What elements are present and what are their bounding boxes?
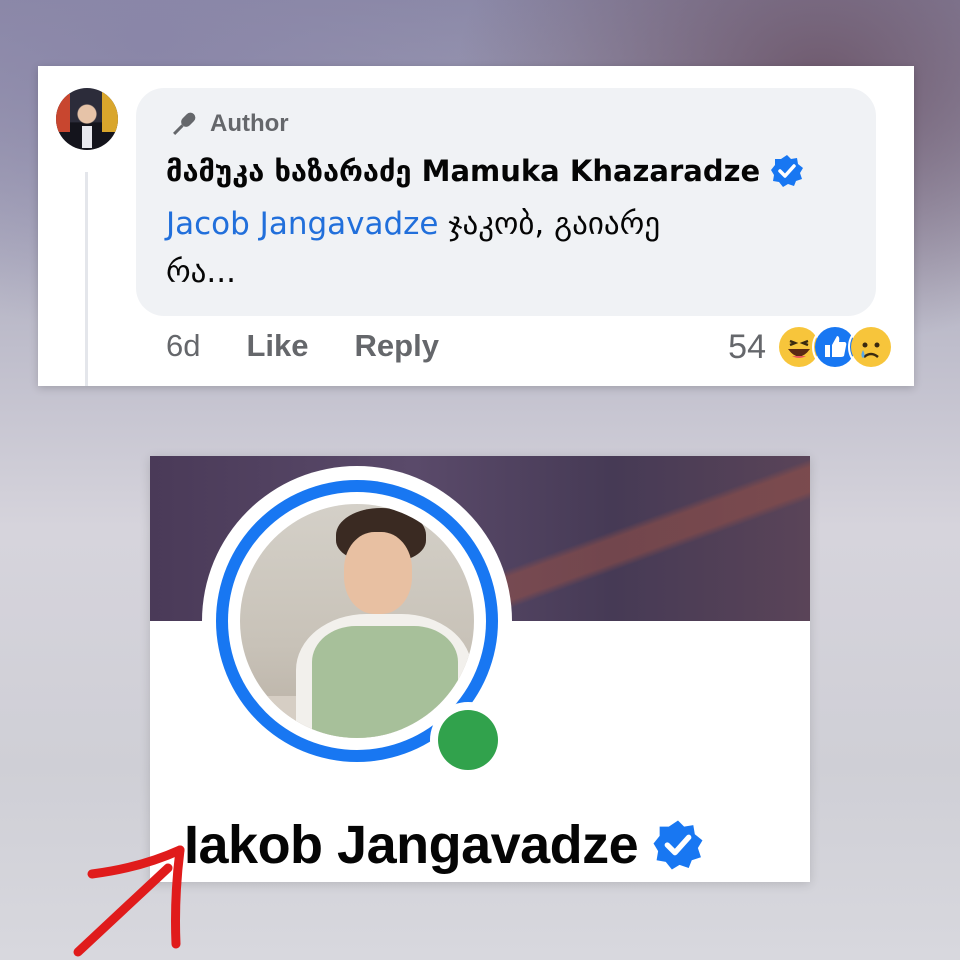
verified-badge-icon	[771, 155, 804, 187]
reaction-count: 54	[728, 327, 766, 366]
comment-text-line2: რა...	[166, 254, 236, 290]
commenter-avatar[interactable]	[56, 88, 118, 150]
profile-photo[interactable]	[240, 504, 474, 738]
thread-line	[85, 172, 88, 386]
reactions-summary[interactable]: 54	[728, 324, 894, 370]
comment-bubble: Author მამუკა ხაზარაძე Mamuka Khazaradze…	[136, 88, 876, 316]
comment-text: Jacob Jangavadze ჯაკობ, გაიარე რა...	[166, 200, 806, 296]
author-label: Author	[210, 110, 289, 137]
comment-text-line1: ჯაკობ, გაიარე	[438, 206, 661, 242]
online-status-indicator	[430, 702, 506, 778]
author-badge: Author	[168, 108, 289, 140]
mention-link[interactable]: Jacob Jangavadze	[166, 206, 439, 242]
red-arrow-annotation	[73, 845, 185, 957]
comment-card: Author მამუკა ხაზარაძე Mamuka Khazaradze…	[38, 66, 914, 386]
profile-name: Iakob Jangavadze	[184, 815, 639, 875]
microphone-icon	[173, 112, 196, 135]
verified-badge-icon	[653, 820, 703, 870]
comment-timestamp[interactable]: 6d	[166, 328, 200, 364]
profile-card: Iakob Jangavadze	[150, 456, 810, 882]
like-button[interactable]: Like	[246, 328, 308, 364]
reply-button[interactable]: Reply	[355, 328, 439, 364]
commenter-name[interactable]: მამუკა ხაზარაძე Mamuka Khazaradze	[166, 154, 760, 188]
sad-icon	[848, 324, 894, 370]
